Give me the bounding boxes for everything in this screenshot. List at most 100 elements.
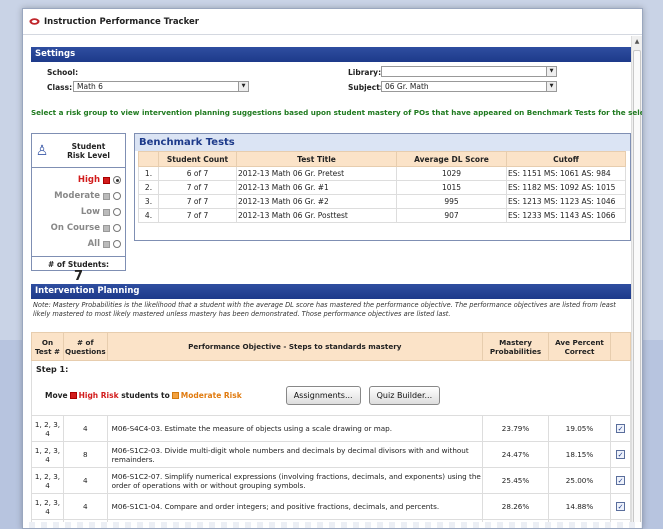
settings-panel: School: Class: Math 6 ▼ Library: ▼ Subje…	[31, 62, 631, 102]
risk-label: All	[87, 239, 100, 249]
high-risk-swatch	[69, 392, 77, 399]
students-count-box: # of Students: 7	[32, 256, 125, 284]
row-checkbox[interactable]: ✓	[616, 502, 625, 511]
risk-option-high[interactable]: High	[32, 172, 125, 188]
table-row[interactable]: 1, 2, 3, 4 4 M06-S1C1-04. Compare and or…	[31, 493, 631, 520]
row-mastery: 23.79%	[482, 415, 549, 442]
risk-option-moderate[interactable]: Moderate	[32, 188, 125, 204]
intervention-table: On Test # # of Questions Performance Obj…	[31, 332, 631, 528]
row-questions: 4	[63, 493, 108, 520]
table-header-row: Student Count Test Title Average DL Scor…	[138, 151, 626, 167]
row-questions: 4	[63, 415, 108, 442]
subject-value: 06 Gr. Math	[385, 82, 429, 91]
row-avg: 1029	[396, 166, 507, 181]
row-cutoff: ES: 1182 MS: 1092 AS: 1015	[506, 180, 626, 195]
risk-label: On Course	[50, 223, 100, 233]
risk-level-panel: ♙ Student Risk Level High Moderate Low O…	[31, 133, 126, 284]
risk-title: Student Risk Level	[52, 142, 125, 160]
row-objective: M06-S4C4-03. Estimate the measure of obj…	[106, 415, 484, 442]
step-cell: Step 1: Move High Risk students to Moder…	[31, 360, 631, 416]
from-risk-label: High Risk	[78, 391, 119, 400]
row-tests: 1, 2, 3, 4	[31, 441, 64, 468]
window-title: Instruction Performance Tracker	[44, 16, 199, 27]
col-num	[138, 151, 159, 167]
row-title: 2012-13 Math 06 Gr. #2	[236, 194, 397, 209]
student-icon: ♙	[35, 142, 49, 159]
radio-low[interactable]	[113, 208, 121, 216]
quiz-builder-button[interactable]: Quiz Builder...	[368, 386, 441, 405]
risk-title-line2: Risk Level	[67, 150, 110, 160]
risk-swatch	[103, 208, 110, 216]
subject-select[interactable]: 06 Gr. Math ▼	[381, 81, 557, 92]
main-content: Settings School: Class: Math 6 ▼ Library…	[31, 47, 642, 528]
row-objective: M06-S1C2-03. Divide multi-digit whole nu…	[106, 441, 484, 468]
class-value: Math 6	[77, 82, 103, 91]
col-ave-percent: Ave Percent Correct	[548, 332, 611, 361]
col-on-test: On Test #	[31, 332, 64, 361]
table-row[interactable]: 1, 2, 3, 4 4 M06-S4C4-03. Estimate the m…	[31, 415, 631, 442]
table-row[interactable]: 1, 2, 3, 4 8 M06-S1C2-03. Divide multi-d…	[31, 441, 631, 468]
col-avg-score: Average DL Score	[396, 151, 507, 167]
scroll-up-icon[interactable]: ▲	[632, 36, 642, 48]
row-mastery: 28.26%	[482, 493, 549, 520]
row-num: 2.	[138, 180, 159, 195]
chevron-down-icon[interactable]: ▼	[546, 67, 556, 76]
col-objective: Performance Objective - Steps to standar…	[106, 332, 484, 361]
risk-option-all[interactable]: All	[32, 236, 125, 252]
risk-swatch	[103, 192, 110, 200]
table-row[interactable]: 3. 7 of 7 2012-13 Math 06 Gr. #2 995 ES:…	[138, 194, 626, 209]
table-row[interactable]: 1. 6 of 7 2012-13 Math 06 Gr. Pretest 10…	[138, 166, 626, 181]
row-questions: 8	[63, 441, 108, 468]
benchmark-tests-panel: Benchmark Tests Student Count Test Title…	[134, 133, 631, 241]
moderate-risk-swatch	[171, 392, 179, 399]
radio-moderate[interactable]	[113, 192, 121, 200]
row-questions: 4	[63, 467, 108, 494]
row-count: 6 of 7	[158, 166, 237, 181]
row-count: 7 of 7	[158, 208, 237, 223]
row-objective: M06-S1C2-07. Simplify numerical expressi…	[106, 467, 484, 494]
row-tests: 1, 2, 3, 4	[31, 415, 64, 442]
radio-high[interactable]	[113, 176, 121, 184]
table-row[interactable]: 1, 2, 3, 4 4 M06-S1C2-07. Simplify numer…	[31, 467, 631, 494]
table-row[interactable]: 4. 7 of 7 2012-13 Math 06 Gr. Posttest 9…	[138, 208, 626, 223]
row-checkbox[interactable]: ✓	[616, 424, 625, 433]
col-questions: # of Questions	[63, 332, 108, 361]
benchmark-table: Student Count Test Title Average DL Scor…	[138, 151, 626, 223]
library-label: Library:	[348, 68, 382, 77]
torn-edge	[23, 522, 642, 528]
intervention-note: Note: Mastery Probabilities is the likel…	[33, 301, 616, 318]
row-objective: M06-S1C1-04. Compare and order integers;…	[106, 493, 484, 520]
chevron-down-icon[interactable]: ▼	[546, 82, 556, 91]
app-window: Instruction Performance Tracker ▲ Settin…	[22, 8, 643, 529]
row-count: 7 of 7	[158, 194, 237, 209]
row-title: 2012-13 Math 06 Gr. Posttest	[236, 208, 397, 223]
chevron-down-icon[interactable]: ▼	[238, 82, 248, 91]
row-avg: 907	[396, 208, 507, 223]
row-checkbox[interactable]: ✓	[616, 476, 625, 485]
risk-title-line1: Student	[71, 141, 106, 151]
radio-on-course[interactable]	[113, 224, 121, 232]
row-cutoff: ES: 1151 MS: 1061 AS: 984	[506, 166, 626, 181]
step-row: Step 1: Move High Risk students to Moder…	[31, 360, 631, 416]
class-label: Class:	[47, 83, 73, 92]
class-select[interactable]: Math 6 ▼	[73, 81, 249, 92]
row-checkbox[interactable]: ✓	[616, 450, 625, 459]
assignments-button[interactable]: Assignments...	[285, 386, 361, 405]
row-cutoff: ES: 1233 MS: 1143 AS: 1066	[506, 208, 626, 223]
risk-option-on-course[interactable]: On Course	[32, 220, 125, 236]
intervention-planning: Intervention Planning Note: Mastery Prob…	[31, 284, 631, 528]
radio-all[interactable]	[113, 240, 121, 248]
library-select[interactable]: ▼	[381, 66, 557, 77]
risk-swatch	[103, 224, 110, 232]
row-select-cell: ✓	[610, 415, 631, 442]
intervention-header: Intervention Planning	[31, 284, 631, 299]
risk-option-low[interactable]: Low	[32, 204, 125, 220]
title-bar: Instruction Performance Tracker	[23, 9, 642, 35]
row-select-cell: ✓	[610, 467, 631, 494]
scroll-thumb[interactable]	[633, 50, 641, 528]
col-test-title: Test Title	[236, 151, 397, 167]
table-row[interactable]: 2. 7 of 7 2012-13 Math 06 Gr. #1 1015 ES…	[138, 180, 626, 195]
col-mastery: Mastery Probabilities	[482, 332, 549, 361]
move-line: Move High Risk students to Moderate Risk…	[45, 386, 629, 405]
risk-label: High	[77, 175, 100, 185]
